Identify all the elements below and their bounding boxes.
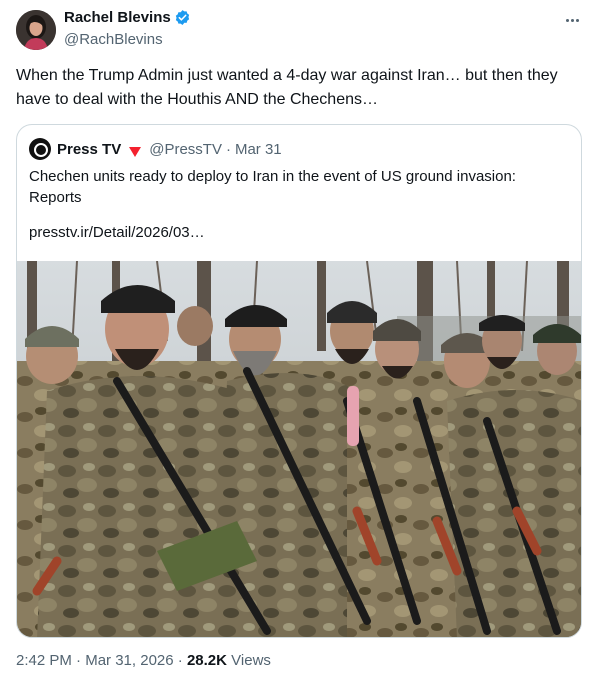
quoted-tweet[interactable]: Press TV @PressTV · Mar 31 Chechen units…	[16, 124, 582, 638]
more-options-icon[interactable]	[561, 10, 583, 30]
tweet-meta: 2:42 PM · Mar 31, 2026 · 28.2K Views	[16, 652, 271, 669]
tweet-date[interactable]: Mar 31, 2026	[85, 652, 173, 669]
quoted-separator: ·	[225, 140, 231, 158]
author-name-row: Rachel Blevins	[64, 9, 191, 26]
tweet-time[interactable]: 2:42 PM	[16, 652, 72, 669]
quoted-author-display-name[interactable]: Press TV	[57, 141, 121, 158]
author-handle[interactable]: @RachBlevins	[64, 31, 163, 48]
quoted-tweet-date[interactable]: Mar 31	[235, 141, 282, 158]
quoted-tweet-photo[interactable]	[17, 260, 581, 637]
author-avatar[interactable]	[16, 10, 56, 50]
author-display-name[interactable]: Rachel Blevins	[64, 9, 171, 26]
quoted-tweet-link[interactable]: presstv.ir/Detail/2026/03…	[29, 224, 205, 241]
quoted-author-avatar[interactable]	[29, 138, 51, 160]
quoted-tweet-text: Chechen units ready to deploy to Iran in…	[29, 168, 516, 206]
verified-badge-icon	[174, 9, 191, 26]
state-affiliated-flag-icon	[129, 144, 142, 157]
quoted-tweet-header: Press TV @PressTV · Mar 31	[29, 138, 282, 160]
tweet-text: When the Trump Admin just wanted a 4-day…	[16, 67, 558, 108]
views-count[interactable]: 28.2K	[187, 652, 227, 669]
quoted-author-handle[interactable]: @PressTV	[149, 141, 222, 158]
views-label: Views	[231, 652, 271, 669]
meta-separator: ·	[76, 652, 82, 669]
meta-separator: ·	[177, 652, 183, 669]
tweet: Rachel Blevins @RachBlevins When the Tru…	[0, 0, 601, 682]
